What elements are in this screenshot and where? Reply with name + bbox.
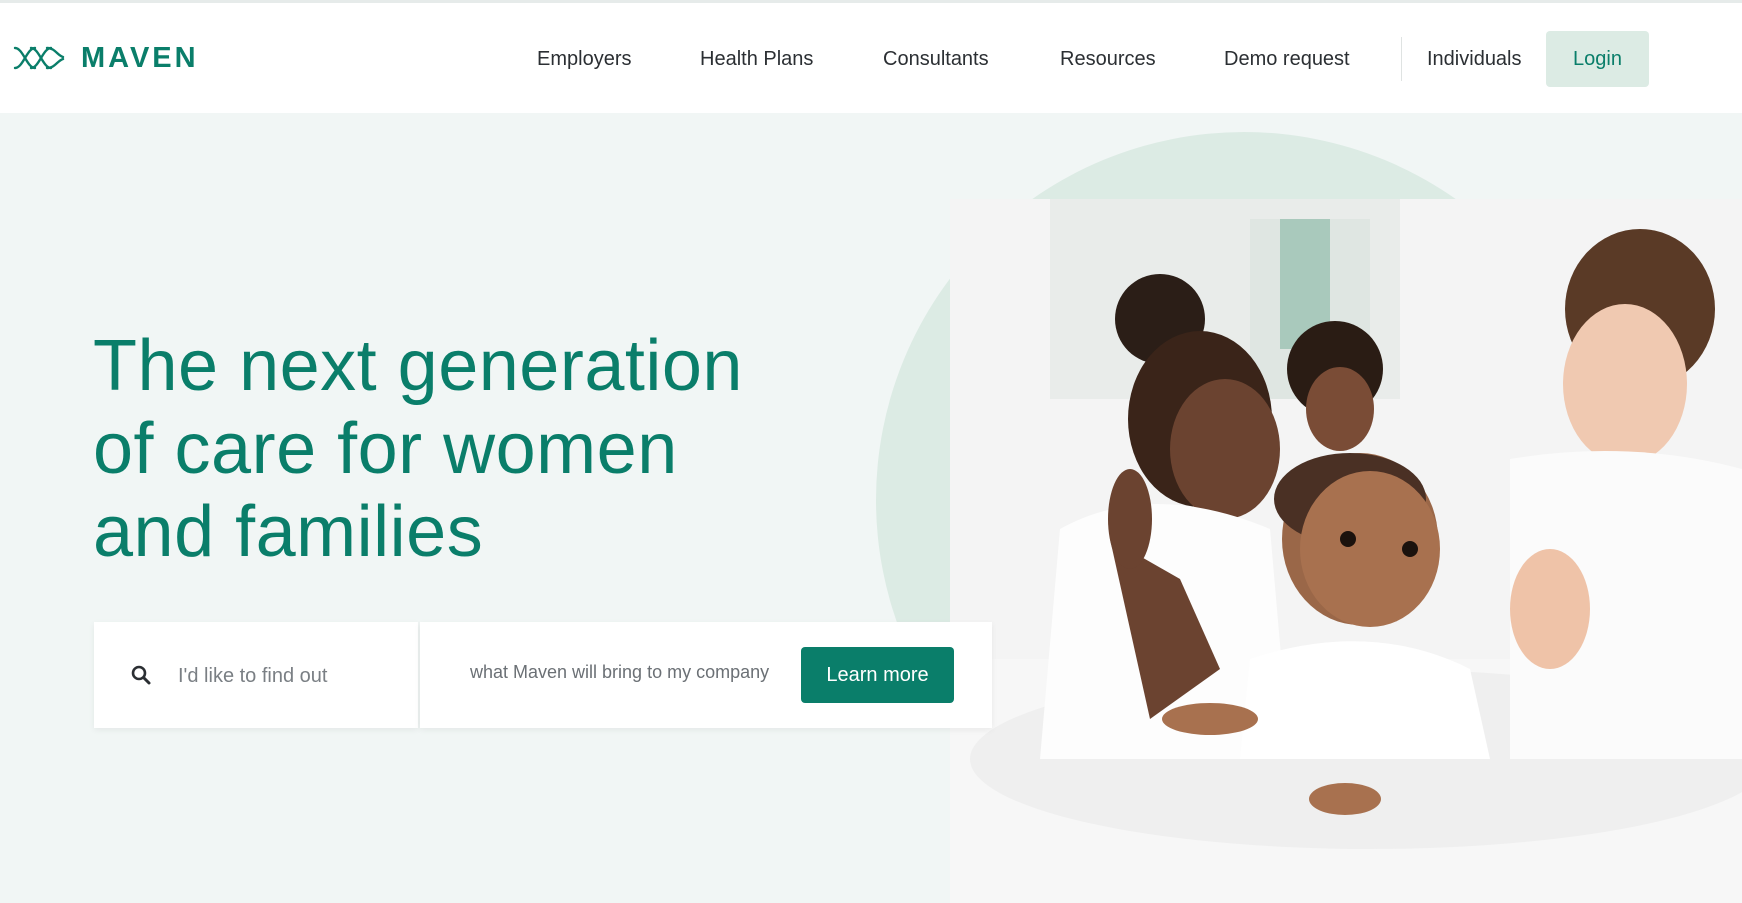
nav-consultants[interactable]: Consultants: [883, 31, 989, 87]
nav-employers[interactable]: Employers: [537, 31, 631, 87]
search-icon: [130, 664, 152, 686]
main-nav: Employers Health Plans Consultants Resou…: [0, 31, 1742, 87]
nav-individuals[interactable]: Individuals: [1427, 31, 1522, 87]
nav-divider: [1401, 37, 1402, 81]
headline-line-1: The next generation: [93, 326, 743, 406]
headline-line-2: of care for women: [93, 409, 678, 489]
headline-line-3: and families: [93, 492, 484, 572]
interest-select[interactable]: what Maven will bring to my company: [470, 662, 769, 683]
family-photo: [950, 199, 1742, 903]
hero-section: The next generation of care for women an…: [0, 113, 1742, 903]
learn-more-button[interactable]: Learn more: [801, 647, 954, 703]
interest-selector: what Maven will bring to my company Lear…: [420, 622, 992, 728]
hero-headline: The next generation of care for women an…: [93, 325, 813, 574]
nav-resources[interactable]: Resources: [1060, 31, 1156, 87]
search-box: [94, 622, 418, 728]
page: MAVEN Employers Health Plans Consultants…: [0, 0, 1742, 903]
nav-health-plans[interactable]: Health Plans: [700, 31, 813, 87]
login-button[interactable]: Login: [1546, 31, 1649, 87]
nav-demo-request[interactable]: Demo request: [1224, 31, 1350, 87]
search-input[interactable]: [178, 656, 398, 696]
site-header: MAVEN Employers Health Plans Consultants…: [0, 3, 1742, 113]
